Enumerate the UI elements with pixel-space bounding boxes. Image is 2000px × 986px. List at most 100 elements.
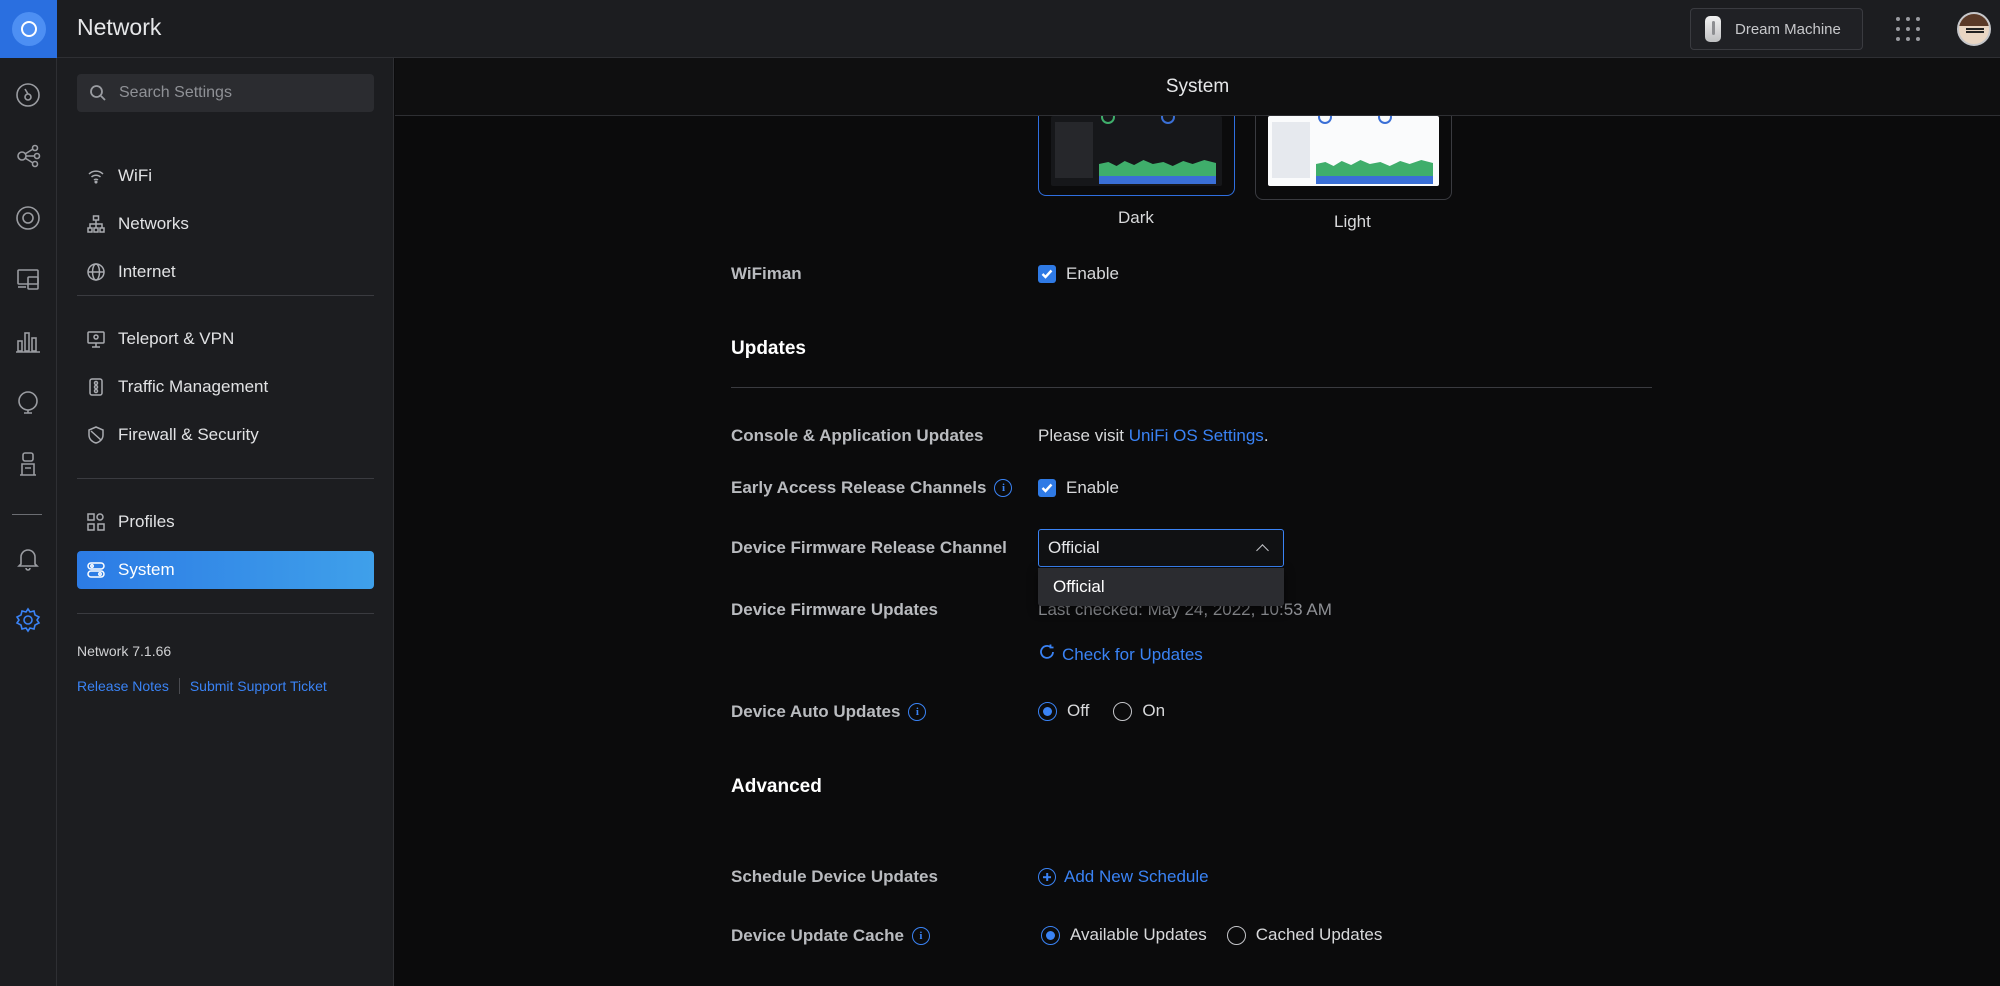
- globe-icon: [87, 263, 105, 281]
- check-for-updates-button[interactable]: Check for Updates: [1038, 643, 1203, 666]
- profiles-icon: [87, 513, 105, 531]
- dream-machine-icon: [1705, 16, 1721, 42]
- rail-divider: [12, 514, 42, 515]
- topology-icon[interactable]: [12, 140, 44, 172]
- early-access-enable[interactable]: Enable: [1038, 478, 1119, 498]
- sidebar-item-profiles[interactable]: Profiles: [77, 503, 374, 541]
- alerts-bell-icon[interactable]: [12, 542, 44, 574]
- update-cache-label-text: Device Update Cache: [731, 926, 904, 945]
- sidebar-item-label: Internet: [118, 262, 176, 281]
- unifi-logo-button[interactable]: [0, 0, 57, 58]
- page-title: System: [395, 58, 2000, 116]
- sidebar-item-system[interactable]: System: [77, 551, 374, 589]
- release-notes-link[interactable]: Release Notes: [77, 678, 169, 694]
- network-tree-icon: [87, 215, 105, 233]
- unifi-logo-icon: [11, 12, 46, 46]
- cache-available-updates-option[interactable]: Available Updates: [1041, 925, 1207, 945]
- search-box[interactable]: [77, 74, 374, 112]
- console-device-button[interactable]: Dream Machine: [1690, 8, 1863, 50]
- main-content: System Dark Light WiFiman Enable Updates…: [395, 58, 2000, 986]
- section-divider: [731, 387, 1652, 388]
- dashboard-icon[interactable]: [12, 79, 44, 111]
- console-updates-suffix: .: [1263, 426, 1269, 445]
- firmware-updates-label: Device Firmware Updates: [731, 600, 938, 619]
- client-devices-icon[interactable]: [12, 263, 44, 295]
- wifiman-enable[interactable]: Enable: [1038, 264, 1119, 284]
- update-cache-label: Device Update Cache i: [731, 926, 930, 946]
- firmware-channel-label: Device Firmware Release Channel: [731, 538, 1007, 557]
- early-access-option-label: Enable: [1066, 478, 1119, 497]
- firmware-channel-value: Official: [1048, 538, 1100, 557]
- info-icon[interactable]: i: [994, 479, 1013, 497]
- info-icon[interactable]: i: [911, 927, 930, 945]
- wifiman-checkbox[interactable]: [1038, 265, 1056, 283]
- sidebar-item-label: Teleport & VPN: [118, 329, 235, 348]
- system-log-icon[interactable]: [12, 448, 44, 480]
- console-updates-value: Please visit UniFi OS Settings .: [1038, 426, 1269, 446]
- refresh-icon: [1038, 643, 1056, 666]
- sidebar-item-teleport-vpn[interactable]: Teleport & VPN: [77, 320, 374, 358]
- theme-light-option[interactable]: [1255, 116, 1452, 200]
- app-rail: [0, 58, 57, 986]
- top-bar: Network Dream Machine: [0, 0, 2000, 58]
- radio-button[interactable]: [1226, 925, 1246, 945]
- shield-icon: [88, 426, 104, 444]
- add-new-schedule-button[interactable]: Add New Schedule: [1038, 867, 1209, 887]
- radio-label-on: On: [1142, 701, 1166, 720]
- add-new-schedule-label: Add New Schedule: [1064, 867, 1209, 886]
- unifi-devices-icon[interactable]: [12, 202, 44, 234]
- radio-button[interactable]: [1113, 701, 1133, 721]
- sidebar-item-internet[interactable]: Internet: [77, 253, 374, 291]
- radio-button-selected[interactable]: [1038, 701, 1057, 721]
- check-for-updates-label: Check for Updates: [1062, 644, 1203, 664]
- device-label: Dream Machine: [1735, 20, 1841, 38]
- search-icon: [90, 85, 106, 101]
- sidebar-item-wifi[interactable]: WiFi: [77, 157, 374, 195]
- sidebar-item-traffic-management[interactable]: Traffic Management: [77, 368, 374, 406]
- system-icon: [87, 562, 105, 578]
- auto-updates-label-text: Device Auto Updates: [731, 702, 901, 721]
- sidebar-item-networks[interactable]: Networks: [77, 205, 374, 243]
- light-theme-preview: [1268, 116, 1439, 186]
- auto-updates-off-option[interactable]: Off: [1038, 701, 1089, 721]
- radio-button-selected[interactable]: [1041, 925, 1060, 945]
- sidebar-item-label: Traffic Management: [118, 377, 269, 396]
- updates-section-title: Updates: [731, 338, 806, 359]
- insights-icon[interactable]: [12, 387, 44, 419]
- app-version: Network 7.1.66: [77, 643, 172, 659]
- wifiman-option-label: Enable: [1066, 264, 1119, 283]
- search-input[interactable]: [119, 84, 359, 102]
- schedule-updates-label: Schedule Device Updates: [731, 867, 938, 886]
- firmware-channel-select[interactable]: Official: [1038, 529, 1284, 567]
- cache-cached-updates-option[interactable]: Cached Updates: [1226, 925, 1382, 945]
- theme-light-label: Light: [1334, 212, 1371, 231]
- vpn-icon: [87, 331, 105, 348]
- sidebar-divider: [77, 478, 374, 479]
- theme-dark-option[interactable]: [1038, 116, 1235, 196]
- sidebar-item-label: Networks: [118, 214, 189, 233]
- settings-gear-icon[interactable]: [12, 604, 44, 636]
- sidebar-item-label: Firewall & Security: [118, 425, 259, 444]
- theme-dark-label: Dark: [1118, 208, 1154, 227]
- wifiman-label: WiFiman: [731, 264, 802, 283]
- statistics-icon[interactable]: [12, 325, 44, 357]
- apps-grid-icon[interactable]: [1896, 17, 1920, 41]
- sidebar-divider: [77, 295, 374, 296]
- link-separator: [178, 678, 180, 694]
- radio-label-off: Off: [1067, 701, 1090, 720]
- early-access-label: Early Access Release Channels i: [731, 478, 1013, 498]
- info-icon[interactable]: i: [908, 703, 927, 721]
- early-access-label-text: Early Access Release Channels: [731, 478, 987, 497]
- auto-updates-on-option[interactable]: On: [1113, 701, 1165, 721]
- advanced-section-title: Advanced: [731, 776, 822, 797]
- firmware-channel-option[interactable]: Official: [1038, 568, 1284, 606]
- sidebar-item-label: Profiles: [118, 512, 175, 531]
- radio-label-available: Available Updates: [1070, 925, 1207, 944]
- sidebar-item-firewall-security[interactable]: Firewall & Security: [77, 416, 374, 454]
- early-access-checkbox[interactable]: [1038, 479, 1056, 497]
- submit-support-ticket-link[interactable]: Submit Support Ticket: [190, 678, 327, 694]
- unifi-os-settings-link[interactable]: UniFi OS Settings: [1129, 426, 1264, 446]
- user-avatar[interactable]: [1957, 12, 1991, 46]
- auto-updates-label: Device Auto Updates i: [731, 702, 927, 722]
- sidebar-item-label: WiFi: [118, 166, 152, 185]
